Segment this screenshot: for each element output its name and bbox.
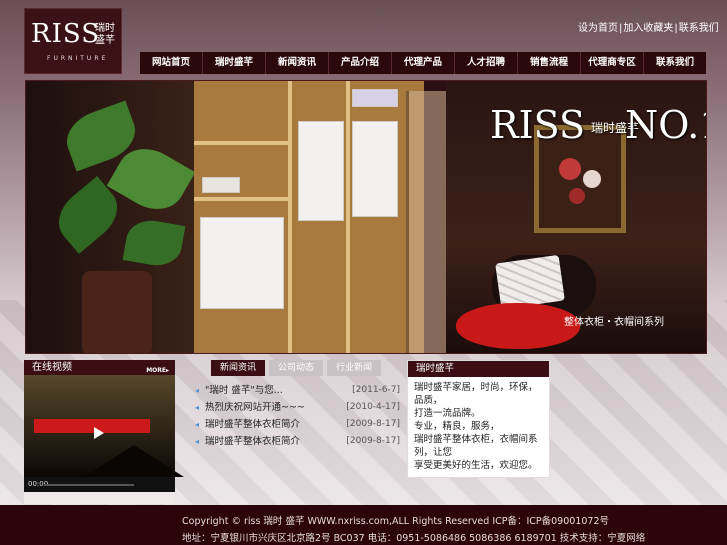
- painting-flower: [559, 158, 581, 180]
- banner-brand: RISS: [490, 103, 586, 147]
- about-line: 专业，精良，服务，: [414, 421, 500, 432]
- video-title: 在线视频: [32, 362, 72, 373]
- video-seek-bar[interactable]: [44, 484, 134, 486]
- banner-shirt: [298, 121, 344, 221]
- nav-agent-zone[interactable]: 代理商专区: [581, 52, 644, 74]
- footer: Copyright © riss 瑞时 盛芊 WWW.nxriss.com,AL…: [0, 505, 727, 545]
- banner-shirt: [352, 121, 398, 217]
- banner-shelf: [194, 197, 290, 201]
- tab-news[interactable]: 新闻资讯: [211, 360, 265, 376]
- banner-brand-cn: 瑞时盛芊: [591, 121, 640, 135]
- separator: |: [619, 23, 623, 34]
- banner-plant-pot: [82, 271, 152, 353]
- video-red-bar: [34, 419, 150, 433]
- banner-shirt: [202, 177, 240, 193]
- news-item[interactable]: ◂ 瑞时盛芊整体衣柜简介 [2009-8-17]: [195, 416, 400, 433]
- video-pyramid: [84, 445, 184, 477]
- news-item[interactable]: ◂ "瑞时 盛芊"与您... [2011-6-7]: [195, 382, 400, 399]
- banner-caption: 整体衣柜・衣帽间系列: [564, 317, 664, 328]
- video-controls: 00:00: [24, 477, 175, 492]
- painting-flower: [569, 188, 585, 204]
- banner-shirt: [200, 217, 284, 309]
- news-date: [2009-8-17]: [346, 419, 400, 429]
- banner-shelf: [346, 81, 350, 353]
- logo-cn: 瑞时盛芊: [95, 23, 115, 46]
- about-panel: 瑞时盛芊 瑞时盛芊家居，时尚，环保，品质， 打造一流品牌。 专业，精良，服务， …: [407, 360, 550, 478]
- play-icon[interactable]: [94, 427, 104, 439]
- top-links: 设为首页|加入收藏夹|联系我们: [578, 19, 719, 34]
- about-line: 打造一流品牌。: [414, 408, 481, 419]
- hero-banner[interactable]: RISS 瑞时盛芊NO.1 整体衣柜・衣帽间系列: [25, 80, 707, 354]
- logo-mark: RISS: [31, 19, 101, 49]
- painting-flower: [583, 170, 601, 188]
- banner-slogan: NO.1: [625, 103, 706, 147]
- bullet-icon: ◂: [195, 437, 200, 446]
- separator: |: [674, 23, 678, 34]
- news-title[interactable]: 瑞时盛芊整体衣柜简介: [205, 433, 346, 450]
- about-line: 瑞时盛芊整体衣柜，衣帽间系列，让您: [414, 434, 538, 458]
- news-title[interactable]: 热烈庆祝网站开通~~~: [205, 399, 346, 416]
- footer-copyright: Copyright © riss 瑞时 盛芊 WWW.nxriss.com,AL…: [182, 516, 609, 527]
- video-screen[interactable]: 00:00: [24, 375, 184, 492]
- nav-home[interactable]: 网站首页: [140, 52, 203, 74]
- news-panel: 新闻资讯 公司动态 行业新闻 ◂ "瑞时 盛芊"与您... [2011-6-7] ◂…: [195, 360, 400, 505]
- news-item[interactable]: ◂ 瑞时盛芊整体衣柜简介 [2009-8-17]: [195, 433, 400, 450]
- set-homepage-link[interactable]: 设为首页: [578, 23, 618, 34]
- nav-products[interactable]: 产品介绍: [329, 52, 392, 74]
- main-nav: 网站首页 瑞时盛芊 新闻资讯 产品介绍 代理产品 人才招聘 销售流程 代理商专区…: [140, 52, 706, 74]
- bullet-icon: ◂: [195, 420, 200, 429]
- about-header: 瑞时盛芊: [408, 361, 549, 377]
- nav-news[interactable]: 新闻资讯: [266, 52, 329, 74]
- nav-sales-process[interactable]: 销售流程: [518, 52, 581, 74]
- nav-contact[interactable]: 联系我们: [644, 52, 706, 74]
- banner-glass-door: [406, 91, 446, 353]
- news-date: [2009-8-17]: [346, 436, 400, 446]
- about-line: 享受更美好的生活，欢迎您。: [414, 460, 538, 471]
- contact-link[interactable]: 联系我们: [679, 23, 719, 34]
- banner-shelf: [288, 81, 292, 353]
- news-date: [2011-6-7]: [352, 385, 400, 395]
- tab-industry[interactable]: 行业新闻: [327, 360, 381, 376]
- banner-title: RISS 瑞时盛芊NO.1: [490, 103, 706, 147]
- news-tabs: 新闻资讯 公司动态 行业新闻: [195, 360, 400, 376]
- tab-company[interactable]: 公司动态: [269, 360, 323, 376]
- logo-en: FURNITURE: [47, 55, 109, 62]
- about-body: 瑞时盛芊家居，时尚，环保，品质， 打造一流品牌。 专业，精良，服务， 瑞时盛芊整…: [408, 377, 549, 476]
- online-video-panel: 在线视频 MORE▸ 00:00: [24, 360, 184, 504]
- news-list: ◂ "瑞时 盛芊"与您... [2011-6-7] ◂ 热烈庆祝网站开通~~~ [201…: [195, 382, 400, 450]
- news-title[interactable]: 瑞时盛芊整体衣柜简介: [205, 416, 346, 433]
- video-header: 在线视频 MORE▸: [24, 360, 175, 375]
- about-line: 瑞时盛芊家居，时尚，环保，品质，: [414, 382, 538, 406]
- site-logo[interactable]: RISS 瑞时盛芊 FURNITURE: [24, 8, 122, 74]
- nav-jobs[interactable]: 人才招聘: [455, 52, 518, 74]
- banner-pillow: [495, 254, 565, 310]
- bullet-icon: ◂: [195, 386, 200, 395]
- news-title[interactable]: "瑞时 盛芊"与您...: [205, 382, 352, 399]
- banner-shirt: [352, 89, 398, 107]
- add-favorite-link[interactable]: 加入收藏夹: [623, 23, 673, 34]
- nav-agency-products[interactable]: 代理产品: [392, 52, 455, 74]
- footer-address: 地址：宁夏银川市兴庆区北京路2号 BC037 电话：0951-5086486 5…: [182, 533, 646, 544]
- banner-shelf: [194, 141, 290, 145]
- nav-about[interactable]: 瑞时盛芊: [203, 52, 266, 74]
- bullet-icon: ◂: [195, 403, 200, 412]
- news-date: [2010-4-17]: [346, 402, 400, 412]
- news-item[interactable]: ◂ 热烈庆祝网站开通~~~ [2010-4-17]: [195, 399, 400, 416]
- banner-chair-seat: [456, 303, 580, 349]
